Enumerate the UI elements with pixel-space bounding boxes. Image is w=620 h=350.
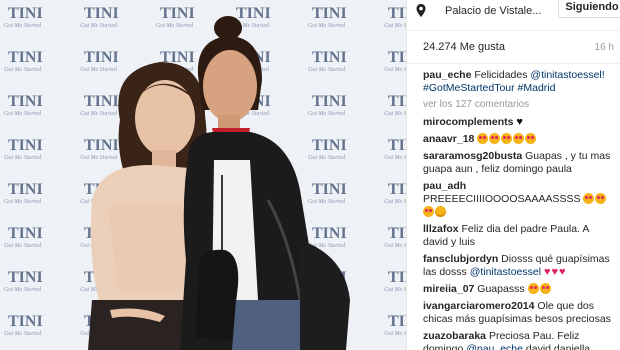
heart-eyes-emoji-icon: [583, 193, 595, 204]
comment-username[interactable]: zuazobaraka: [423, 330, 486, 342]
comment-item: zuazobaraka Preciosa Pau. Feliz domingo …: [423, 330, 614, 350]
red-heart-icon: ♥: [559, 266, 566, 278]
comment-item: ivangarciaromero2014 Ole que dos chicas …: [423, 300, 614, 326]
likes-count[interactable]: 24.274 Me gusta: [423, 41, 505, 53]
comment-item: mireiia_07 Guapasss: [423, 283, 614, 296]
post-location[interactable]: Palacio de Vistale...: [445, 5, 541, 17]
comment-item: fansclubjordyn Diosss qué guapísimas las…: [423, 253, 614, 279]
comment-text: PREEEECIIIIOOOOSAAAASSSS: [423, 193, 581, 205]
comment-username[interactable]: sararamosg20busta: [423, 150, 522, 162]
comment-username[interactable]: fansclubjordyn: [423, 253, 498, 265]
comment-items: mirocomplements ♥ anaavr_18 sararamosg20b…: [423, 116, 614, 350]
face-emoji-icon: [435, 206, 446, 217]
comment-username[interactable]: ivangarciaromero2014: [423, 300, 534, 312]
heart-eyes-emoji-icon: [595, 193, 607, 204]
caption-text: Felicidades: [471, 69, 531, 81]
post-header: Palacio de Vistale... Siguiendo: [407, 0, 620, 22]
red-heart-icon: ♥: [543, 266, 551, 278]
post-photo[interactable]: TINI Got Me Started: [0, 0, 406, 350]
comment-item: mirocomplements ♥: [423, 116, 614, 129]
comments-list: pau_eche Felicidades @tinitastoessel! #G…: [407, 64, 620, 350]
post-time[interactable]: 16 h: [595, 42, 614, 53]
instagram-post-view: TINI Got Me Started: [0, 0, 620, 350]
black-heart-icon: ♥: [516, 116, 523, 128]
comment-username[interactable]: anaavr_18: [423, 133, 474, 145]
view-all-comments-link[interactable]: ver los 127 comentarios: [423, 99, 614, 110]
post-details-panel: Palacio de Vistale... Siguiendo 24.274 M…: [406, 0, 620, 350]
caption-username[interactable]: pau_eche: [423, 69, 471, 81]
caption-mention[interactable]: @tinitastoessel!: [530, 69, 604, 81]
comment-mention[interactable]: @tinitastoessel: [470, 266, 541, 278]
red-heart-icon: ♥: [551, 266, 559, 278]
heart-eyes-emoji-icon: [527, 283, 539, 294]
heart-eyes-emoji-icon: [539, 283, 551, 294]
heart-eyes-emoji-icon: [525, 133, 537, 144]
post-meta: 24.274 Me gusta 16 h: [407, 31, 620, 55]
comment-item: lllzafox Feliz dia del padre Paula. A da…: [423, 223, 614, 249]
comment-username[interactable]: lllzafox: [423, 223, 459, 235]
comment-item: sararamosg20busta Guapas , y tu mas guap…: [423, 150, 614, 176]
comment-username[interactable]: mireiia_07: [423, 283, 474, 295]
location-pin-icon: [416, 4, 426, 17]
comment-item: anaavr_18: [423, 133, 614, 146]
following-button[interactable]: Siguiendo: [558, 0, 620, 18]
heart-eyes-emoji-icon: [477, 133, 489, 144]
comment-item: pau_adh PREEEECIIIIOOOOSAAAASSSS: [423, 180, 614, 219]
heart-eyes-emoji-icon: [513, 133, 525, 144]
comment-username[interactable]: mirocomplements: [423, 116, 513, 128]
caption-hashtags[interactable]: #GotMeStartedTour #Madrid: [423, 82, 555, 94]
photo-scene: TINI Got Me Started: [0, 0, 406, 350]
heart-eyes-emoji-icon: [423, 206, 434, 217]
comment-text: david daniella: [523, 343, 591, 350]
heart-eyes-emoji-icon: [501, 133, 513, 144]
post-caption: pau_eche Felicidades @tinitastoessel! #G…: [423, 69, 614, 95]
comment-username[interactable]: pau_adh: [423, 180, 466, 192]
comment-text: Guapasss: [474, 283, 525, 295]
heart-eyes-emoji-icon: [489, 133, 501, 144]
comment-mention[interactable]: @pau_eche: [466, 343, 523, 350]
